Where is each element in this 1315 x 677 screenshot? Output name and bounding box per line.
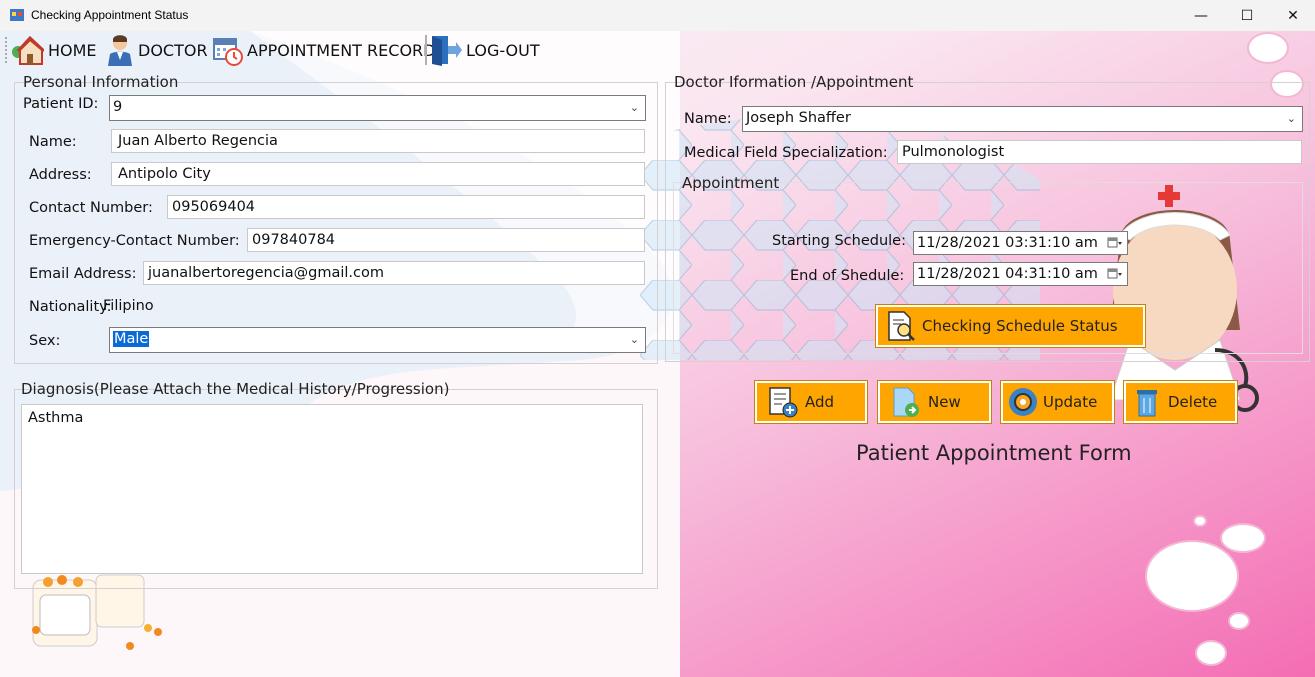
menu-home-label: HOME — [48, 40, 97, 60]
app-icon — [10, 9, 24, 21]
menu-logout-label: LOG-OUT — [466, 40, 540, 60]
end-schedule-datepicker[interactable]: 11/28/2021 04:31:10 am — [913, 262, 1128, 286]
patient-id-combobox[interactable]: 9 ⌄ — [109, 95, 646, 121]
delete-button[interactable]: Delete — [1124, 381, 1237, 423]
app-window: Checking Appointment Status — ☐ ✕ HOME D… — [0, 0, 1315, 677]
chevron-down-icon: ⌄ — [629, 333, 639, 346]
patient-id-label: Patient ID: — [23, 96, 99, 112]
new-document-icon — [893, 387, 919, 417]
calendar-dropdown-icon — [1107, 237, 1122, 248]
decor-bubble — [1220, 523, 1266, 553]
add-button[interactable]: Add — [755, 381, 867, 423]
check-schedule-status-label: Checking Schedule Status — [922, 317, 1118, 335]
form-title: Patient Appointment Form — [856, 441, 1132, 465]
chevron-down-icon: ⌄ — [629, 101, 639, 114]
calendar-clock-icon — [213, 38, 243, 66]
patient-name-field[interactable]: Juan Alberto Regencia — [111, 129, 645, 153]
update-button[interactable]: Update — [1001, 381, 1114, 423]
menu-separator — [425, 35, 427, 65]
delete-button-label: Delete — [1168, 393, 1218, 411]
appointment-legend: Appointment — [682, 174, 780, 192]
minimize-button[interactable]: — — [1178, 0, 1224, 31]
menu-logout[interactable]: LOG-OUT — [430, 31, 540, 69]
start-schedule-value: 11/28/2021 03:31:10 am — [917, 235, 1098, 251]
doctor-name-label: Name: — [684, 111, 732, 127]
address-field[interactable]: Antipolo City — [111, 162, 645, 186]
nationality-field[interactable]: Filipino — [98, 294, 645, 318]
emergency-contact-field[interactable]: 097840784 — [247, 228, 645, 252]
house-icon — [12, 35, 44, 65]
menu-appointment-record[interactable]: APPOINTMENT RECORD — [213, 31, 435, 69]
end-schedule-value: 11/28/2021 04:31:10 am — [917, 266, 1098, 282]
sex-label: Sex: — [29, 333, 61, 349]
doctor-name-combobox[interactable]: Joseph Shaffer ⌄ — [742, 106, 1303, 132]
decor-bubble — [1195, 640, 1227, 666]
document-search-icon — [888, 311, 915, 341]
contact-number-field[interactable]: 095069404 — [167, 195, 645, 219]
start-schedule-datepicker[interactable]: 11/28/2021 03:31:10 am — [913, 231, 1128, 255]
contact-number-label: Contact Number: — [29, 200, 153, 216]
add-list-icon — [769, 387, 798, 418]
email-field[interactable]: juanalbertoregencia@gmail.com — [143, 261, 645, 285]
calendar-dropdown-icon — [1107, 268, 1122, 279]
decor-bubble — [1193, 515, 1207, 527]
personal-info-legend: Personal Information — [23, 73, 179, 91]
update-button-label: Update — [1043, 393, 1098, 411]
sex-value: Male — [113, 331, 150, 347]
window-title: Checking Appointment Status — [31, 8, 189, 22]
title-bar: Checking Appointment Status — ☐ ✕ — [0, 0, 1315, 31]
address-label: Address: — [29, 167, 92, 183]
close-button[interactable]: ✕ — [1270, 0, 1315, 31]
emergency-contact-label: Emergency-Contact Number: — [29, 233, 240, 249]
diagnosis-legend: Diagnosis(Please Attach the Medical Hist… — [21, 380, 450, 398]
specialization-label: Medical Field Specialization: — [684, 145, 888, 161]
diagnosis-textarea[interactable]: Asthma — [21, 404, 643, 574]
new-button[interactable]: New — [878, 381, 991, 423]
sex-combobox[interactable]: Male ⌄ — [109, 327, 646, 353]
menu-bar: HOME DOCTOR APPOINTMENT RECORD LOG-OUT — [0, 31, 1315, 69]
chevron-down-icon: ⌄ — [1286, 112, 1296, 125]
specialization-field[interactable]: Pulmonologist — [897, 140, 1302, 164]
menu-doctor-label: DOCTOR — [138, 40, 208, 60]
end-schedule-label: End of Shedule: — [790, 268, 905, 284]
name-label: Name: — [29, 134, 77, 150]
menu-appointment-record-label: APPOINTMENT RECORD — [247, 40, 436, 60]
add-button-label: Add — [805, 393, 835, 411]
menu-grip — [5, 37, 7, 65]
decor-bubble — [1228, 612, 1250, 630]
menu-doctor[interactable]: DOCTOR — [106, 31, 208, 69]
personal-info-group — [14, 82, 658, 364]
patient-id-value: 9 — [113, 99, 123, 115]
gear-icon — [1009, 388, 1037, 416]
menu-home[interactable]: HOME — [12, 31, 97, 69]
email-label: Email Address: — [29, 266, 137, 282]
trash-icon — [1137, 390, 1157, 417]
doctor-info-legend: Doctor Iformation /Appointment — [674, 73, 914, 91]
new-button-label: New — [928, 393, 961, 411]
check-schedule-status-button[interactable]: Checking Schedule Status — [876, 305, 1145, 347]
logout-door-icon — [432, 36, 462, 66]
start-schedule-label: Starting Schedule: — [772, 233, 906, 249]
decor-bubble — [1145, 540, 1239, 612]
doctor-name-value: Joseph Shaffer — [746, 110, 851, 126]
maximize-button[interactable]: ☐ — [1224, 0, 1270, 31]
doctor-icon — [108, 35, 132, 66]
